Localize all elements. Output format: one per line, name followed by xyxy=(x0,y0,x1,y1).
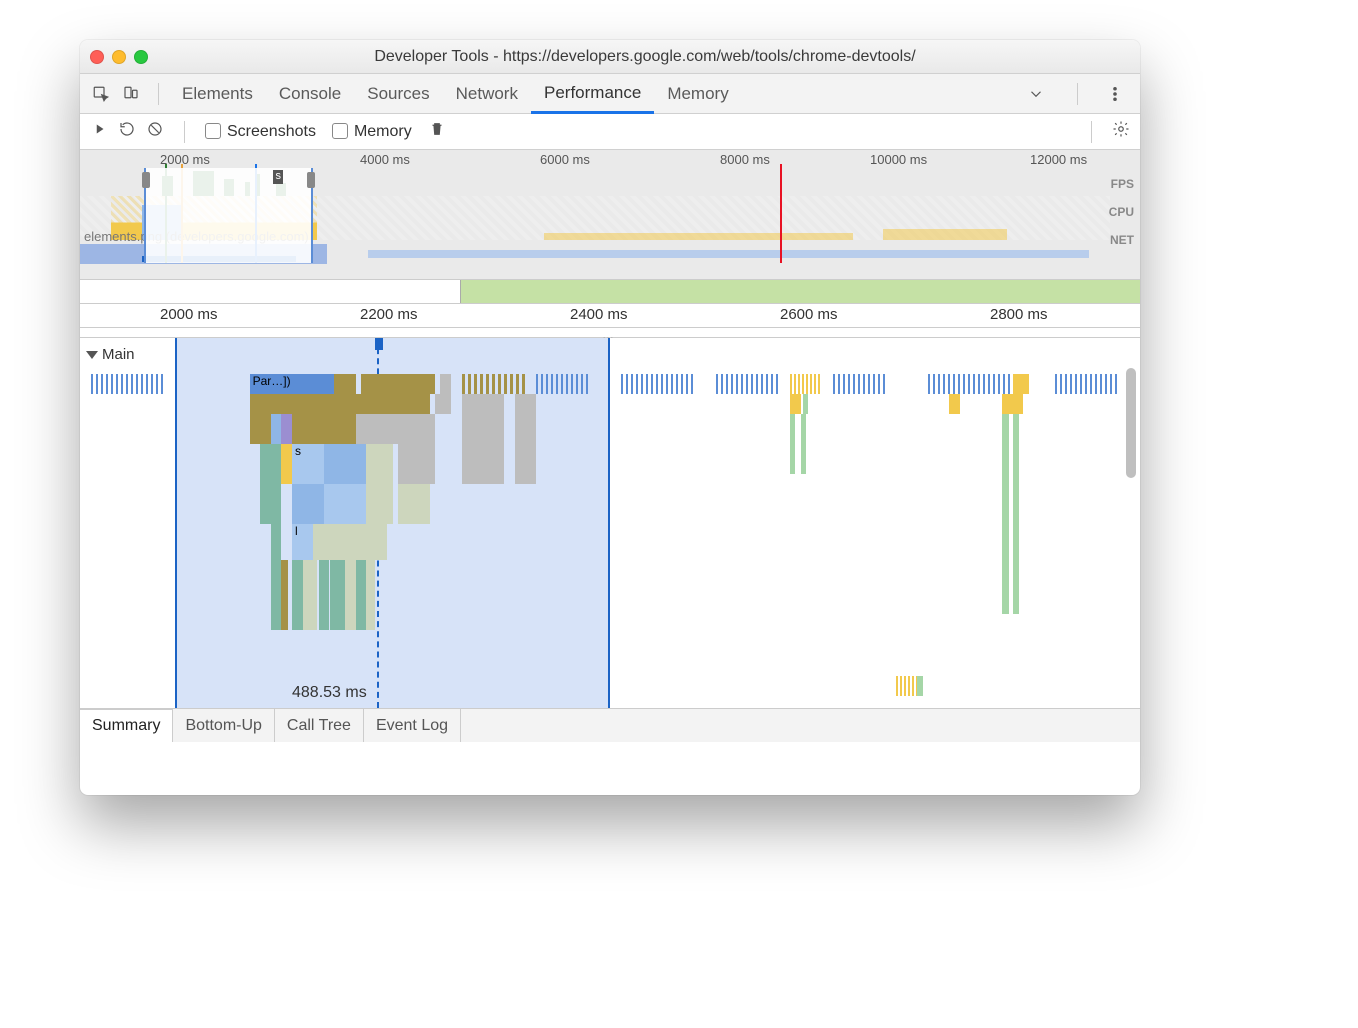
flame-ruler[interactable]: 2000 ms 2200 ms 2400 ms 2600 ms 2800 ms xyxy=(80,304,1140,328)
performance-toolbar: Screenshots Memory xyxy=(80,114,1140,150)
settings-icon[interactable] xyxy=(1112,120,1130,143)
devtools-window: Developer Tools - https://developers.goo… xyxy=(80,40,1140,795)
tab-sources[interactable]: Sources xyxy=(354,74,442,113)
details-tabbar: Summary Bottom-Up Call Tree Event Log xyxy=(80,708,1140,742)
divider xyxy=(1077,83,1078,105)
flame-cell[interactable]: s xyxy=(292,444,324,484)
device-toggle-icon[interactable] xyxy=(118,81,144,107)
trash-icon[interactable] xyxy=(428,120,446,143)
clear-icon[interactable] xyxy=(146,120,164,143)
main-thread-header[interactable]: Main xyxy=(86,346,135,363)
details-tab-bottom-up[interactable]: Bottom-Up xyxy=(173,709,274,742)
selection-duration: 488.53 ms xyxy=(292,684,367,702)
frames-fill xyxy=(460,280,1140,303)
window-controls xyxy=(90,50,148,64)
collapsed-tracks-indicator[interactable]: … xyxy=(80,328,1140,338)
flame-cell[interactable]: Par…]) xyxy=(250,374,335,394)
divider xyxy=(184,121,185,143)
memory-label: Memory xyxy=(354,123,412,140)
overview-selection-label: s xyxy=(273,170,283,184)
flame-row xyxy=(80,484,1140,524)
flame-row xyxy=(80,560,1140,630)
divider xyxy=(1091,121,1092,143)
flame-row xyxy=(80,394,1140,414)
record-icon[interactable] xyxy=(90,120,108,143)
tab-performance[interactable]: Performance xyxy=(531,75,654,114)
zoom-icon[interactable] xyxy=(134,50,148,64)
tab-elements[interactable]: Elements xyxy=(169,74,266,113)
overview-marker-red xyxy=(780,164,782,263)
flame-cell[interactable]: l xyxy=(292,524,313,560)
window-title: Developer Tools - https://developers.goo… xyxy=(160,48,1130,66)
overview-pane[interactable]: 2000 ms 4000 ms 6000 ms 8000 ms 10000 ms… xyxy=(80,150,1140,280)
tab-memory[interactable]: Memory xyxy=(654,74,741,113)
overview-row-labels: FPS CPU NET xyxy=(1109,170,1134,254)
tab-console[interactable]: Console xyxy=(266,74,354,113)
tab-network[interactable]: Network xyxy=(443,74,531,113)
screenshots-label: Screenshots xyxy=(227,123,316,140)
flame-row: l xyxy=(80,524,1140,560)
overview-selection[interactable]: s xyxy=(144,168,314,263)
inspect-icon[interactable] xyxy=(88,81,114,107)
selection-handle-left[interactable] xyxy=(142,172,150,188)
memory-checkbox[interactable]: Memory xyxy=(332,123,412,141)
minimize-icon[interactable] xyxy=(112,50,126,64)
flame-row xyxy=(80,414,1140,444)
details-tab-event-log[interactable]: Event Log xyxy=(364,709,461,742)
divider xyxy=(158,83,159,105)
flame-chart[interactable]: Main Par…]) xyxy=(80,338,1140,708)
close-icon[interactable] xyxy=(90,50,104,64)
overview-ticks: 2000 ms 4000 ms 6000 ms 8000 ms 10000 ms… xyxy=(80,152,1140,168)
kebab-menu-icon[interactable] xyxy=(1102,81,1128,107)
reload-icon[interactable] xyxy=(118,120,136,143)
chevron-down-icon xyxy=(86,351,98,359)
frames-strip[interactable] xyxy=(80,280,1140,304)
panel-tabbar: Elements Console Sources Network Perform… xyxy=(80,74,1140,114)
details-tab-summary[interactable]: Summary xyxy=(80,709,173,742)
screenshots-checkbox[interactable]: Screenshots xyxy=(205,123,316,141)
details-tab-call-tree[interactable]: Call Tree xyxy=(275,709,364,742)
flame-row: s xyxy=(80,444,1140,484)
more-tabs-icon[interactable] xyxy=(1023,81,1049,107)
titlebar: Developer Tools - https://developers.goo… xyxy=(80,40,1140,74)
flame-row: Par…]) xyxy=(80,374,1140,394)
selection-handle-right[interactable] xyxy=(307,172,315,188)
flame-scrollbar[interactable] xyxy=(1126,368,1136,478)
